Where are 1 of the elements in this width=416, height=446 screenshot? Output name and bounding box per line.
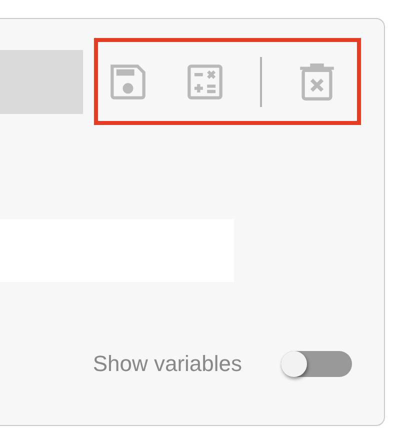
toggle-label: Show variables (92, 351, 242, 377)
